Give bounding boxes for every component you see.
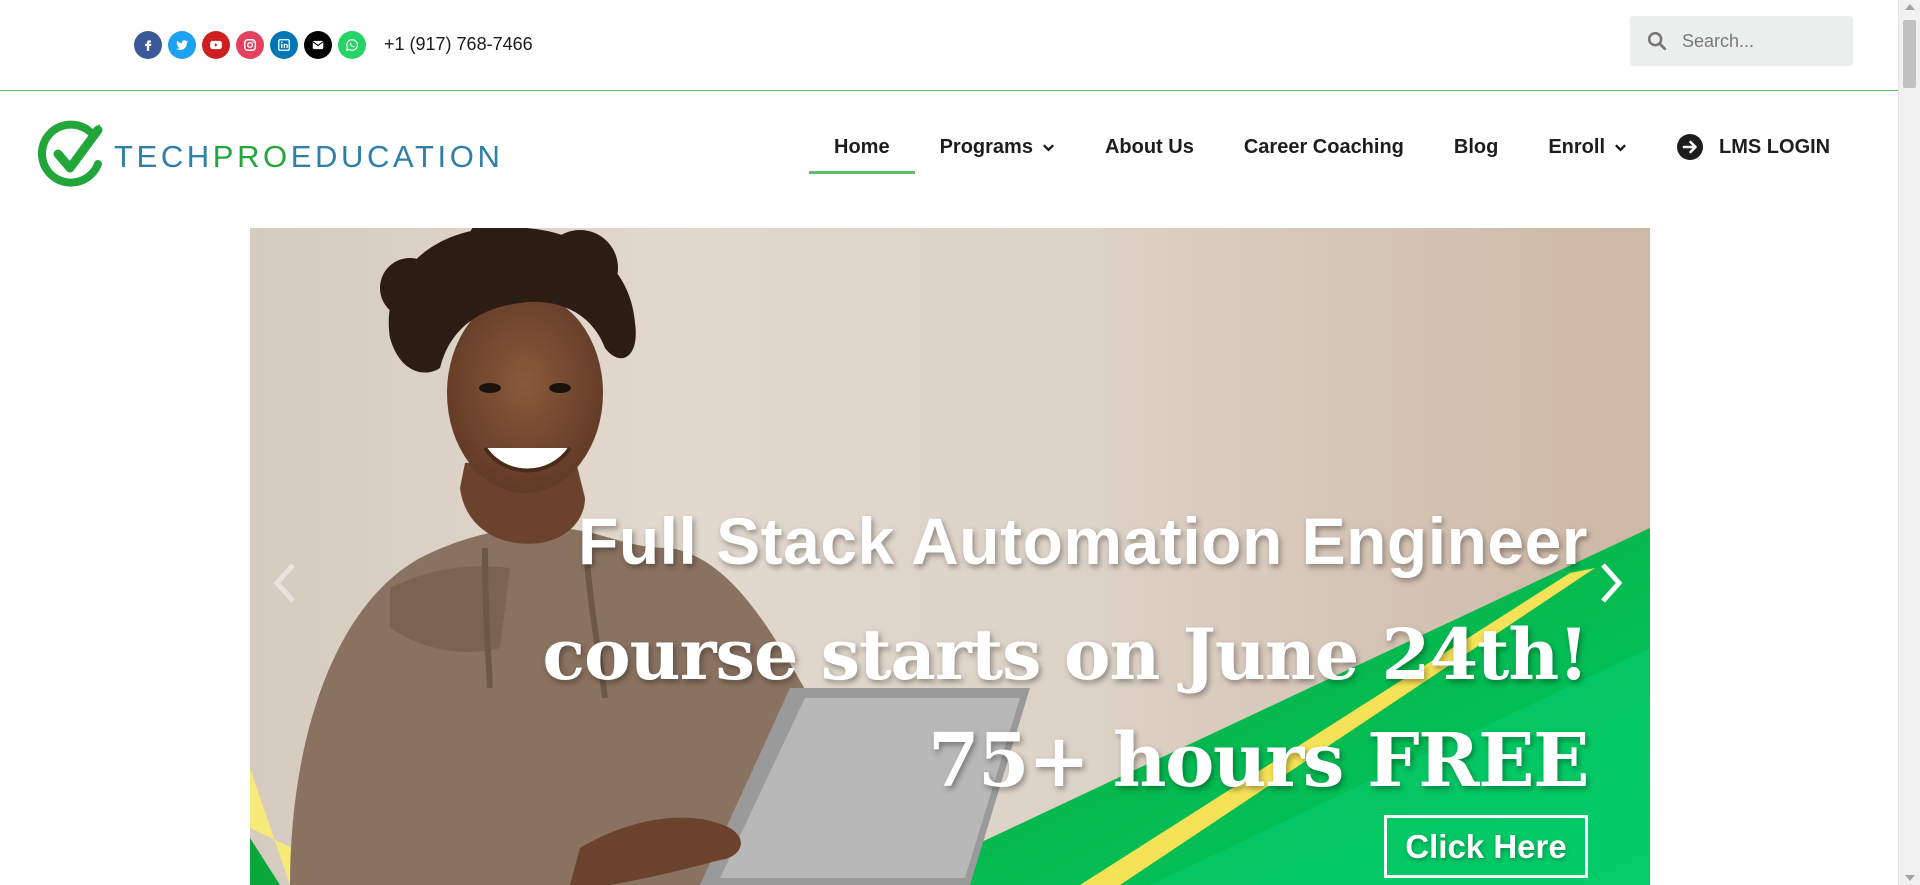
nav-career-label: Career Coaching xyxy=(1243,135,1404,158)
nav-about-us[interactable]: About Us xyxy=(1105,124,1194,170)
whatsapp-icon xyxy=(345,39,358,52)
site-logo[interactable]: TECHPROEDUCATION xyxy=(38,118,503,190)
nav-about-label: About Us xyxy=(1104,135,1194,158)
instagram-link[interactable] xyxy=(236,31,264,59)
nav-enroll[interactable]: Enroll xyxy=(1548,124,1627,170)
nav-programs[interactable]: Programs xyxy=(940,124,1055,170)
main-nav: Home Programs About Us Career Coaching B… xyxy=(809,124,1830,174)
linkedin-icon xyxy=(278,39,290,51)
facebook-link[interactable] xyxy=(134,31,162,59)
chevron-right-icon xyxy=(1601,563,1623,603)
lms-login-link[interactable]: LMS LOGIN xyxy=(1677,134,1830,160)
click-here-button[interactable]: Click Here xyxy=(1384,815,1588,878)
chevron-down-icon xyxy=(1042,143,1054,152)
whatsapp-link[interactable] xyxy=(338,31,366,59)
youtube-link[interactable] xyxy=(202,31,230,59)
top-bar: +1 (917) 768-7466 xyxy=(0,0,1898,91)
nav-programs-label: Programs xyxy=(939,135,1033,158)
search-icon[interactable] xyxy=(1646,30,1668,52)
chevron-left-icon xyxy=(273,563,295,603)
scroll-up-arrow-icon[interactable] xyxy=(1905,4,1915,10)
chevron-down-icon xyxy=(1615,143,1627,152)
email-link[interactable] xyxy=(304,31,332,59)
nav-blog-label: Blog xyxy=(1453,135,1499,158)
envelope-icon xyxy=(312,40,324,50)
nav-career-coaching[interactable]: Career Coaching xyxy=(1244,124,1404,170)
youtube-icon xyxy=(210,40,222,50)
slider-prev-button[interactable] xyxy=(264,553,304,613)
instagram-icon xyxy=(244,39,256,51)
lms-login-label: LMS LOGIN xyxy=(1719,135,1831,158)
nav-enroll-label: Enroll xyxy=(1548,135,1606,158)
arrow-circle-right-icon xyxy=(1677,134,1704,160)
scroll-down-arrow-icon[interactable] xyxy=(1905,875,1915,881)
twitter-icon xyxy=(176,40,189,51)
hero-headline-line1: Full Stack Automation Engineer xyxy=(578,504,1588,578)
logo-wordmark: TECHPROEDUCATION xyxy=(114,139,504,174)
search-box[interactable] xyxy=(1630,16,1853,66)
slider-next-button[interactable] xyxy=(1592,553,1632,613)
hero-headline-line2: course starts on June 24th! xyxy=(542,613,1589,696)
hero-headline-line3: 75+ hours FREE xyxy=(928,718,1589,804)
nav-blog[interactable]: Blog xyxy=(1454,124,1498,170)
nav-home[interactable]: Home xyxy=(809,124,914,174)
page-scrollbar[interactable] xyxy=(1898,0,1920,885)
search-input[interactable] xyxy=(1682,30,1842,52)
hero-slider: Full Stack Automation Engineer course st… xyxy=(250,228,1650,885)
phone-number[interactable]: +1 (917) 768-7466 xyxy=(384,34,533,55)
scroll-thumb[interactable] xyxy=(1903,20,1916,88)
social-links xyxy=(134,31,366,59)
facebook-icon xyxy=(145,40,152,51)
checkmark-logo-icon xyxy=(38,120,103,187)
linkedin-link[interactable] xyxy=(270,31,298,59)
twitter-link[interactable] xyxy=(168,31,196,59)
nav-home-label: Home xyxy=(834,135,890,158)
